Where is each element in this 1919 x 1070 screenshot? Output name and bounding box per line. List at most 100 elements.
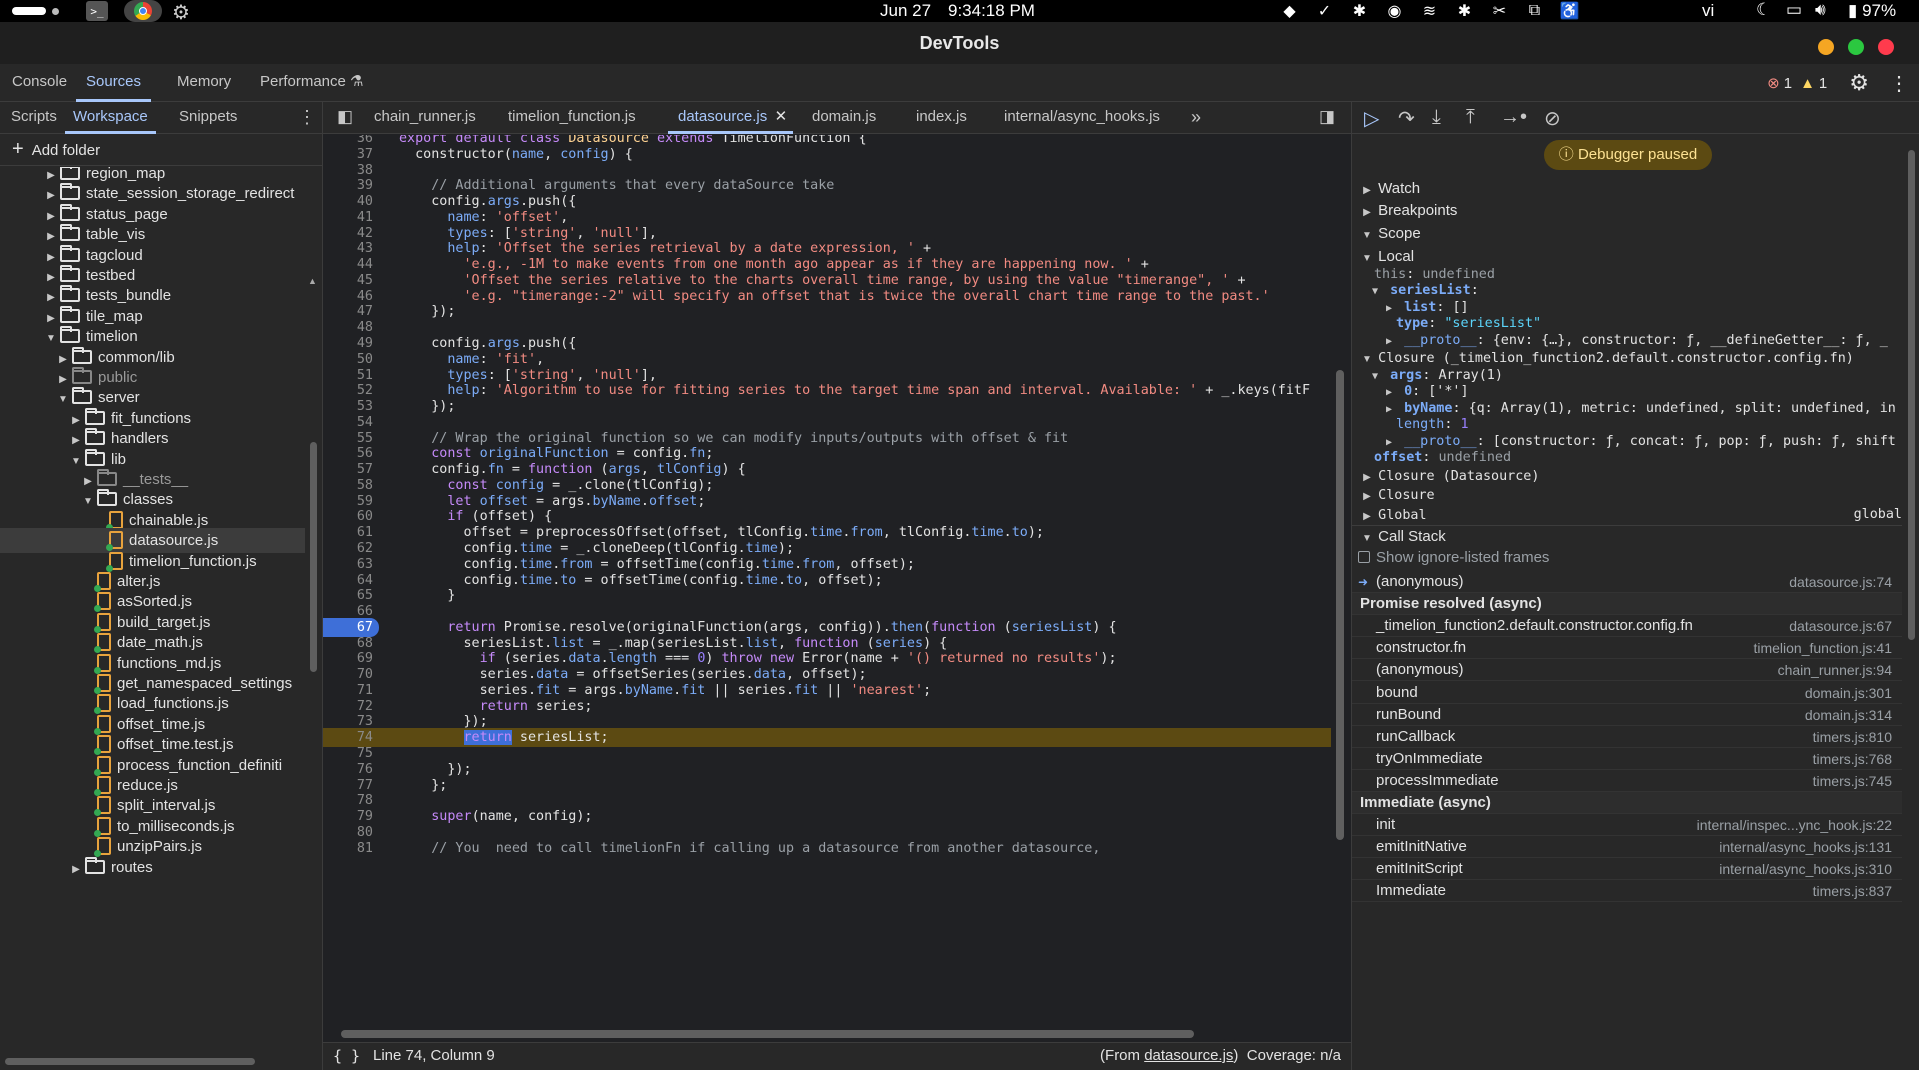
callstack-frame[interactable]: emitInitScript internal/async_hooks.js:31… — [1352, 858, 1902, 881]
tab-chain-runner[interactable]: chain_runner.js — [374, 102, 476, 134]
frame-location[interactable]: internal/inspec...ync_hook.js:22 — [1697, 814, 1892, 836]
tab-async-hooks[interactable]: internal/async_hooks.js — [1004, 102, 1160, 134]
collapsed-arrow-icon[interactable]: ▶ — [70, 857, 82, 880]
teams-icon[interactable]: ◆ — [1272, 1, 1307, 21]
close-button[interactable] — [1878, 39, 1894, 55]
scope-global[interactable]: ▶ Global global — [1352, 504, 1902, 526]
pretty-print-icon[interactable]: { } — [333, 1043, 360, 1069]
more-menu-icon[interactable]: ⋮ — [1889, 71, 1909, 96]
tab-index[interactable]: index.js — [916, 102, 967, 134]
callstack-frame[interactable]: runBound domain.js:314 — [1352, 704, 1902, 726]
step-out-icon[interactable]: ⤒ — [1466, 106, 1475, 129]
frame-location[interactable]: datasource.js:67 — [1789, 615, 1892, 637]
warning-icon[interactable]: ▲ — [1800, 75, 1815, 92]
tab-memory[interactable]: Memory — [177, 64, 231, 102]
callstack-section[interactable]: ▼ Call Stack — [1352, 525, 1902, 547]
expanded-arrow-icon[interactable]: ▼ — [1360, 528, 1374, 547]
editor-scrollbar[interactable] — [1333, 135, 1347, 1025]
resume-icon[interactable]: ▷ — [1364, 106, 1379, 131]
night-mode-icon[interactable]: ☾ — [1756, 0, 1771, 20]
callstack-frame[interactable]: ➜ (anonymous) datasource.js:74 — [1352, 571, 1902, 593]
tree-item[interactable]: ▶ routes — [0, 855, 305, 880]
deactivate-breakpoints-icon[interactable]: ⊘ — [1544, 106, 1561, 131]
tool-icon[interactable]: ≋ — [1412, 1, 1447, 21]
discord-icon[interactable]: ◉ — [1377, 1, 1412, 21]
callstack-frame[interactable]: runCallback timers.js:810 — [1352, 726, 1902, 748]
tab-timelion-function[interactable]: timelion_function.js — [508, 102, 636, 134]
display-icon[interactable]: ▭ — [1786, 0, 1802, 20]
maximize-button[interactable] — [1848, 39, 1864, 55]
collapsed-arrow-icon[interactable]: ▶ — [1360, 180, 1374, 200]
callstack-frame[interactable]: init internal/inspec...ync_hook.js:22 — [1352, 814, 1902, 837]
frame-location[interactable]: internal/async_hooks.js:310 — [1719, 858, 1892, 880]
settings-icon[interactable]: ⚙ — [1849, 70, 1869, 96]
callstack-frame[interactable]: constructor.fn timelion_function.js:41 — [1352, 637, 1902, 660]
show-ignored-frames[interactable]: Show ignore-listed frames — [1352, 547, 1902, 569]
tab-snippets[interactable]: Snippets — [179, 102, 237, 134]
from-file-link[interactable]: datasource.js — [1144, 1047, 1233, 1064]
navigator-scrollbar[interactable]: ▲ — [307, 142, 319, 1062]
workspace-dot[interactable] — [52, 8, 59, 15]
error-icon[interactable]: ⊗ — [1767, 74, 1780, 92]
network-icon[interactable]: ✂ — [1482, 1, 1517, 21]
battery-level[interactable]: ▮ 97% — [1848, 1, 1896, 21]
volume-icon[interactable]: 🔊︎ — [1815, 0, 1826, 20]
terminal-icon[interactable]: >_ — [86, 1, 108, 21]
add-folder-button[interactable]: + Add folder — [0, 134, 322, 166]
keyboard-language[interactable]: vi — [1702, 1, 1714, 21]
frame-location[interactable]: domain.js:301 — [1805, 682, 1892, 704]
toggle-navigator-icon[interactable]: ◧ — [337, 102, 353, 134]
show-ignored-checkbox[interactable] — [1358, 551, 1370, 563]
frame-location[interactable]: timers.js:837 — [1813, 880, 1892, 902]
scope-closure[interactable]: ▶ Closure — [1352, 484, 1902, 506]
error-count[interactable]: 1 — [1784, 75, 1792, 92]
activities-indicator[interactable] — [12, 7, 46, 15]
scroll-up-icon[interactable]: ▲ — [308, 276, 317, 286]
debugger-scrollbar[interactable] — [1906, 142, 1918, 1062]
callstack-frame[interactable]: emitInitNative internal/async_hooks.js:13… — [1352, 836, 1902, 859]
frame-location[interactable]: internal/async_hooks.js:131 — [1719, 836, 1892, 858]
callstack-frame[interactable]: tryOnImmediate timers.js:768 — [1352, 748, 1902, 770]
collapsed-arrow-icon[interactable]: ▶ — [1360, 486, 1374, 506]
more-tabs-icon[interactable]: » — [1191, 102, 1201, 134]
step-over-icon[interactable]: ↷ — [1398, 106, 1415, 131]
callstack-frame[interactable]: Immediate timers.js:837 — [1352, 880, 1902, 903]
collapsed-arrow-icon[interactable]: ▶ — [1360, 506, 1374, 526]
step-icon[interactable]: →• — [1500, 106, 1527, 129]
navigator-hscrollbar[interactable] — [0, 1055, 305, 1067]
warning-count[interactable]: 1 — [1819, 75, 1827, 92]
expanded-arrow-icon[interactable]: ▼ — [1360, 225, 1374, 245]
code-area[interactable]: 36 export default class Datasource extend… — [323, 135, 1331, 1023]
callstack-frame[interactable]: (anonymous) chain_runner.js:94 — [1352, 659, 1902, 682]
bluetooth-icon[interactable]: ✱ — [1342, 1, 1377, 21]
scope-section[interactable]: ▼ Scope — [1352, 223, 1902, 245]
collapsed-arrow-icon[interactable]: ▶ — [1360, 202, 1374, 222]
screen-icon[interactable]: ⧉ — [1517, 2, 1552, 20]
callstack-frame[interactable]: _timelion_function2.default.constructor.… — [1352, 615, 1902, 638]
callstack-frame[interactable]: bound domain.js:301 — [1352, 682, 1902, 704]
editor-hscrollbar[interactable] — [323, 1026, 1331, 1040]
breakpoints-section[interactable]: ▶ Breakpoints — [1352, 200, 1902, 222]
code-line[interactable]: 81 // You need to call timelionFn if cal… — [323, 839, 1331, 858]
frame-location[interactable]: chain_runner.js:94 — [1778, 659, 1892, 681]
accessibility-icon[interactable]: ♿ — [1552, 1, 1587, 21]
frame-location[interactable]: timers.js:745 — [1813, 770, 1892, 792]
chrome-icon[interactable] — [124, 0, 162, 22]
frame-location[interactable]: timelion_function.js:41 — [1753, 637, 1892, 659]
tab-scripts[interactable]: Scripts — [11, 102, 57, 134]
bluetooth-2-icon[interactable]: ✱ — [1447, 1, 1482, 21]
check-icon[interactable]: ✓ — [1307, 1, 1342, 21]
tab-workspace[interactable]: Workspace — [65, 102, 156, 134]
frame-location[interactable]: domain.js:314 — [1805, 704, 1892, 726]
callstack-frame[interactable]: processImmediate timers.js:745 — [1352, 770, 1902, 792]
tab-domain[interactable]: domain.js — [812, 102, 876, 134]
tab-sources[interactable]: Sources — [76, 64, 152, 102]
line-number[interactable]: 81 — [323, 839, 373, 858]
frame-location[interactable]: datasource.js:74 — [1789, 571, 1892, 593]
navigator-more-icon[interactable]: ⋮ — [298, 102, 316, 134]
frame-location[interactable]: timers.js:810 — [1813, 726, 1892, 748]
tab-datasource[interactable]: datasource.js ✕ — [668, 102, 794, 134]
toggle-debugger-icon[interactable]: ◨ — [1319, 102, 1335, 134]
watch-section[interactable]: ▶ Watch — [1352, 178, 1902, 200]
minimize-button[interactable] — [1818, 39, 1834, 55]
